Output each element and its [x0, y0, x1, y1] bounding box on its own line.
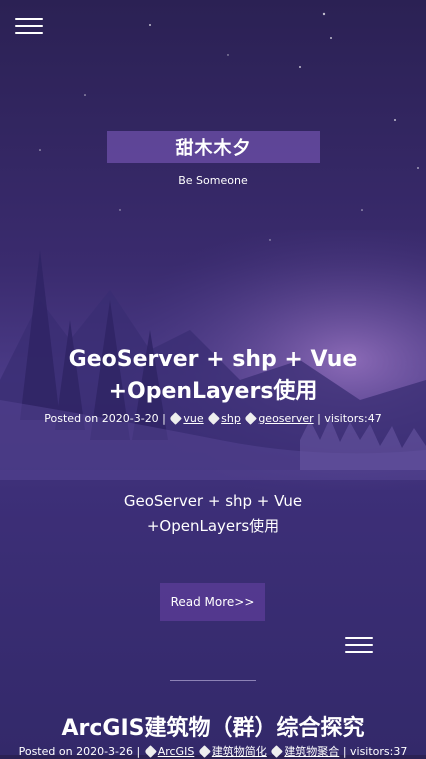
post-meta: Posted on 2020-3-20 | vue shp geoserver … [0, 412, 426, 426]
post-title[interactable]: GeoServer + shp + Vue +OpenLayers使用 [4, 344, 422, 408]
post-date: Posted on 2020-3-26 | [18, 745, 141, 758]
tag-link[interactable]: 建筑物聚合 [284, 745, 339, 758]
read-more-button[interactable]: Read More>> [160, 583, 265, 621]
site-title: 甜木木夕 [175, 138, 252, 159]
site-subtitle: Be Someone [178, 174, 248, 187]
visitor-count: | visitors:47 [317, 412, 382, 425]
post-title[interactable]: ArcGIS建筑物（群）综合探究 [4, 713, 422, 745]
visitor-count: | visitors:37 [342, 745, 408, 758]
post-meta: Posted on 2020-3-26 | ArcGIS 建筑物简化 建筑物聚合… [0, 745, 426, 759]
tag-link[interactable]: shp [221, 412, 241, 425]
site-brand[interactable]: 甜木木夕 [107, 131, 320, 163]
tag-icon [244, 412, 258, 425]
tag-link[interactable]: geoserver [258, 412, 313, 425]
tag-icon [169, 412, 183, 425]
hamburger-menu-icon[interactable] [345, 637, 373, 657]
tag-icon [143, 745, 157, 758]
tag-icon [207, 412, 221, 425]
tag-icon [270, 745, 284, 758]
tag-link[interactable]: 建筑物简化 [212, 745, 267, 758]
tag-link[interactable]: vue [183, 412, 203, 425]
post-excerpt: GeoServer + shp + Vue +OpenLayers使用 [123, 492, 303, 535]
divider [170, 680, 256, 681]
post-date: Posted on 2020-3-20 | [44, 412, 166, 425]
hamburger-menu-icon[interactable] [15, 18, 43, 38]
tag-icon [197, 745, 211, 758]
tag-link[interactable]: ArcGIS [158, 745, 195, 758]
